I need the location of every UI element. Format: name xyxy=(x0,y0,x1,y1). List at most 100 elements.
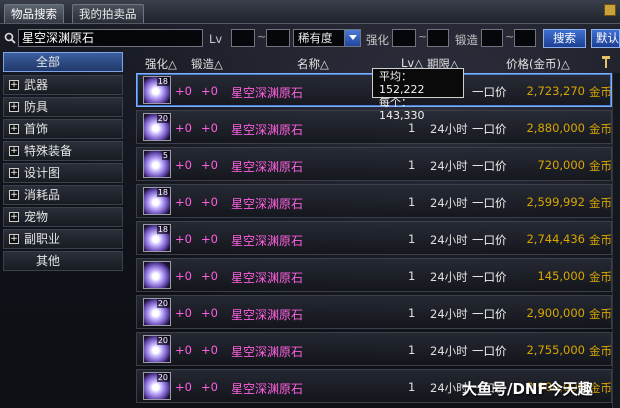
lv-max-input[interactable] xyxy=(266,29,290,47)
item-list: 18 +0 +0 星空深渊原石 一口价 2,723,270 金币 20 +0 +… xyxy=(136,73,612,408)
chevron-down-icon[interactable] xyxy=(344,30,360,46)
item-name: 星空深渊原石 xyxy=(231,271,304,285)
category-label: 武器 xyxy=(24,78,49,92)
category-blueprint[interactable]: + 设计图 xyxy=(3,163,123,183)
item-name: 星空深渊原石 xyxy=(231,382,304,396)
item-icon: 20 xyxy=(143,113,171,141)
currency-label: 金币 xyxy=(589,85,612,99)
table-row[interactable]: 5 +0 +0 星空深渊原石 1 24小时 一口价 720,000 金币 xyxy=(136,147,612,181)
forge-value: +0 xyxy=(201,195,218,209)
currency-label: 金币 xyxy=(589,233,612,247)
expand-icon[interactable]: + xyxy=(9,234,19,244)
enhance-value: +0 xyxy=(175,306,192,320)
expand-icon[interactable]: + xyxy=(9,190,19,200)
item-icon: 20 xyxy=(143,372,171,400)
expand-icon[interactable]: + xyxy=(9,146,19,156)
table-row[interactable]: 18 +0 +0 星空深渊原石 1 24小时 一口价 2,599,992 金币 xyxy=(136,184,612,218)
category-other[interactable]: 其他 xyxy=(3,251,123,271)
table-row[interactable]: +0 +0 星空深渊原石 1 24小时 一口价 145,000 金币 xyxy=(136,258,612,292)
table-row[interactable]: 20 +0 +0 星空深渊原石 1 24小时 一口价 2,900,000 金币 xyxy=(136,295,612,329)
category-label: 首饰 xyxy=(24,122,49,136)
item-count: 1 xyxy=(408,121,416,135)
expand-icon[interactable]: + xyxy=(9,124,19,134)
category-accessory[interactable]: + 首饰 xyxy=(3,119,123,139)
tooltip-average-price: 平均：152,222 xyxy=(379,70,425,96)
item-level: 20 xyxy=(156,114,169,123)
currency-label: 金币 xyxy=(589,307,612,321)
tab-bar: 物品搜索 我的拍卖品 xyxy=(0,0,620,24)
lv-min-input[interactable] xyxy=(231,29,255,47)
item-name: 星空深渊原石 xyxy=(231,123,304,137)
category-all[interactable]: 全部 xyxy=(3,52,123,72)
item-period: 24小时 xyxy=(430,196,468,210)
watermark: 大鱼号/DNF今天趣 xyxy=(462,380,593,398)
search-icon xyxy=(4,32,16,44)
tab-my-auctions[interactable]: 我的拍卖品 xyxy=(72,4,144,23)
price-type: 一口价 xyxy=(472,85,507,99)
enhance-value: +0 xyxy=(175,195,192,209)
forge-min-input[interactable] xyxy=(481,29,503,47)
enhance-label: 强化 xyxy=(366,33,389,47)
item-name-input[interactable]: 星空深渊原石 xyxy=(18,29,203,47)
category-consumable[interactable]: + 消耗品 xyxy=(3,185,123,205)
item-price: 2,599,992 xyxy=(526,195,585,209)
search-button[interactable]: 搜索 xyxy=(543,29,586,48)
price-tooltip: 平均：152,222 每个：143,330 xyxy=(372,68,464,122)
table-row[interactable]: 18 +0 +0 星空深渊原石 1 24小时 一口价 2,744,436 金币 xyxy=(136,221,612,255)
category-label: 防具 xyxy=(24,100,49,114)
price-type: 一口价 xyxy=(472,307,507,321)
category-armor[interactable]: + 防具 xyxy=(3,97,123,117)
item-icon xyxy=(143,261,171,289)
default-button[interactable]: 默认 xyxy=(591,29,620,48)
list-scrollbar[interactable] xyxy=(612,73,620,408)
item-name: 星空深渊原石 xyxy=(231,345,304,359)
expand-icon[interactable]: + xyxy=(9,168,19,178)
item-count: 1 xyxy=(408,232,416,246)
sort-name[interactable]: 名称△ xyxy=(297,56,329,72)
enhance-value: +0 xyxy=(175,380,192,394)
enhance-min-input[interactable] xyxy=(392,29,416,47)
rarity-select[interactable]: 稀有度 xyxy=(293,29,361,47)
item-level: 18 xyxy=(156,225,169,234)
pin-icon[interactable] xyxy=(601,56,611,68)
category-weapon[interactable]: + 武器 xyxy=(3,75,123,95)
currency-label: 金币 xyxy=(589,270,612,284)
item-name: 星空深渊原石 xyxy=(231,308,304,322)
forge-value: +0 xyxy=(201,158,218,172)
item-price: 2,900,000 xyxy=(526,306,585,320)
sort-forge[interactable]: 锻造△ xyxy=(191,56,223,72)
item-price: 2,880,000 xyxy=(526,121,585,135)
item-level: 20 xyxy=(156,336,169,345)
enhance-max-input[interactable] xyxy=(427,29,449,47)
forge-max-input[interactable] xyxy=(514,29,536,47)
item-level: 20 xyxy=(156,299,169,308)
forge-value: +0 xyxy=(201,84,218,98)
category-special-equipment[interactable]: + 特殊装备 xyxy=(3,141,123,161)
tab-item-search[interactable]: 物品搜索 xyxy=(4,4,64,23)
item-count: 1 xyxy=(408,306,416,320)
category-label: 消耗品 xyxy=(24,188,61,202)
category-sub-profession[interactable]: + 副职业 xyxy=(3,229,123,249)
item-period: 24小时 xyxy=(430,270,468,284)
expand-icon[interactable]: + xyxy=(9,212,19,222)
sort-price[interactable]: 价格(金币)△ xyxy=(506,56,570,72)
expand-icon[interactable]: + xyxy=(9,80,19,90)
item-period: 24小时 xyxy=(430,233,468,247)
enhance-value: +0 xyxy=(175,343,192,357)
lv-range-separator: ~ xyxy=(257,30,267,43)
item-name: 星空深渊原石 xyxy=(231,234,304,248)
category-label: 副职业 xyxy=(24,232,61,246)
item-level: 18 xyxy=(156,77,169,86)
item-period: 24小时 xyxy=(430,307,468,321)
category-pet[interactable]: + 宠物 xyxy=(3,207,123,227)
tooltip-unit-price: 每个：143,330 xyxy=(379,96,425,122)
item-count: 1 xyxy=(408,343,416,357)
expand-icon[interactable]: + xyxy=(9,102,19,112)
item-name: 星空深渊原石 xyxy=(231,160,304,174)
lv-label: Lv xyxy=(209,32,223,46)
table-row[interactable]: 20 +0 +0 星空深渊原石 1 24小时 一口价 2,880,000 金币 xyxy=(136,110,612,144)
close-icon[interactable] xyxy=(604,4,616,16)
sort-enhance[interactable]: 强化△ xyxy=(145,56,177,72)
table-row[interactable]: 20 +0 +0 星空深渊原石 1 24小时 一口价 2,755,000 金币 xyxy=(136,332,612,366)
price-type: 一口价 xyxy=(472,122,507,136)
